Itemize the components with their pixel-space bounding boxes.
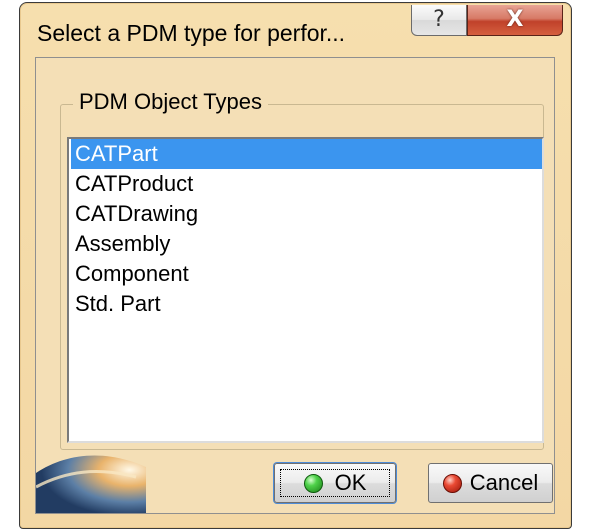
list-item-std-part[interactable]: Std. Part xyxy=(71,289,161,319)
ok-button-label: OK xyxy=(334,470,367,495)
list-item-component[interactable]: Component xyxy=(71,259,189,289)
dialog-title: Select a PDM type for perfor... xyxy=(37,20,346,46)
background-swoosh-decoration xyxy=(36,443,146,513)
pdm-type-listbox[interactable]: CATPart CATProduct CATDrawing Assembly C… xyxy=(67,137,544,443)
dialog-content: PDM Object Types CATPart CATProduct CATD… xyxy=(35,57,555,514)
dialog-window: Select a PDM type for perfor... ? X PDM … xyxy=(19,2,572,529)
list-item-assembly[interactable]: Assembly xyxy=(71,229,170,259)
help-button[interactable]: ? xyxy=(411,5,467,36)
close-icon: X xyxy=(506,7,524,32)
list-item-catdrawing[interactable]: CATDrawing xyxy=(71,199,198,229)
cancel-button-label: Cancel xyxy=(469,470,539,495)
group-legend: PDM Object Types xyxy=(73,89,268,115)
list-item-catproduct[interactable]: CATProduct xyxy=(71,169,193,199)
red-light-icon xyxy=(442,473,462,493)
cancel-button[interactable]: Cancel xyxy=(428,463,553,503)
title-bar[interactable]: Select a PDM type for perfor... ? X xyxy=(20,3,571,57)
pdm-object-types-group: PDM Object Types CATPart CATProduct CATD… xyxy=(60,89,544,450)
ok-button[interactable]: OK xyxy=(274,463,396,503)
green-light-icon xyxy=(303,473,323,493)
help-icon: ? xyxy=(433,7,445,32)
list-item-catpart[interactable]: CATPart xyxy=(71,139,542,169)
close-button[interactable]: X xyxy=(467,5,563,36)
